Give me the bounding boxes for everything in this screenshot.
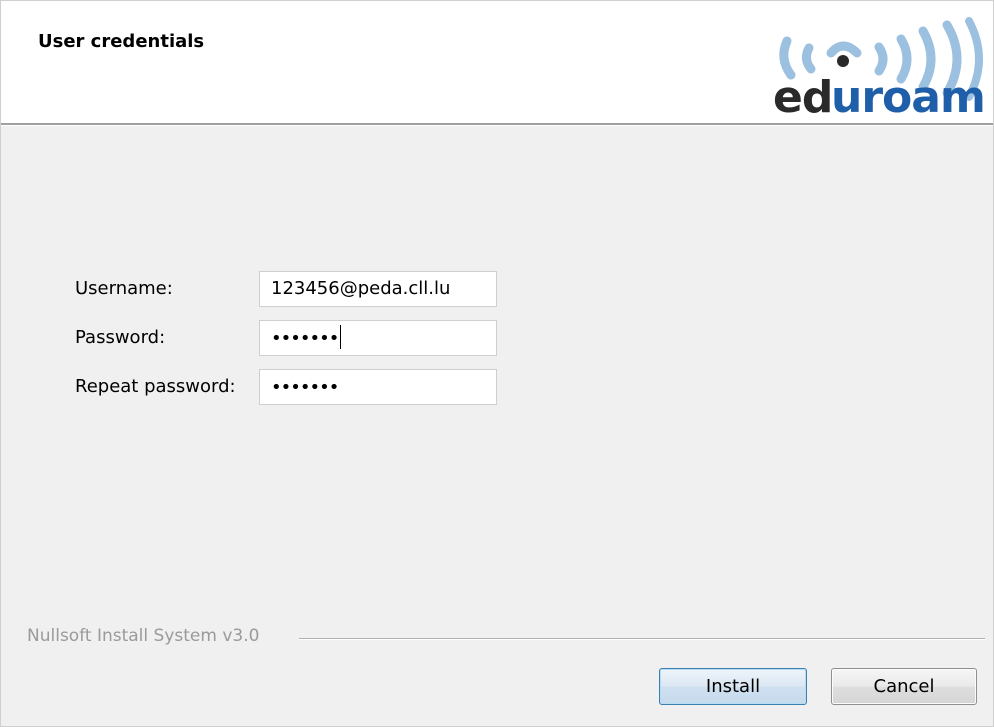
password-field[interactable]: ••••••• xyxy=(259,320,497,356)
nsis-branding: Nullsoft Install System v3.0 xyxy=(27,626,260,646)
repeat-password-field[interactable]: ••••••• xyxy=(259,369,497,405)
page-title: User credentials xyxy=(38,31,205,52)
logo-text-highlight: uroam xyxy=(831,72,985,117)
text-caret xyxy=(340,325,342,349)
password-label: Password: xyxy=(75,327,166,348)
footer-separator xyxy=(299,638,985,640)
cancel-button[interactable]: Cancel xyxy=(831,668,977,705)
eduroam-logo-graphic: ed uroam xyxy=(773,17,986,117)
header-panel: User credentials ed uroam xyxy=(1,1,993,125)
repeat-password-label: Repeat password: xyxy=(75,376,236,397)
logo-text-prefix: ed xyxy=(773,72,832,117)
password-masked-value: ••••••• xyxy=(271,328,339,349)
install-button[interactable]: Install xyxy=(659,668,807,705)
installer-window: User credentials ed uroam Username: 1234… xyxy=(0,0,994,727)
repeat-password-masked-value: ••••••• xyxy=(271,377,339,398)
username-value: 123456@peda.cll.lu xyxy=(271,278,451,299)
username-label: Username: xyxy=(75,278,173,299)
eduroam-logo: ed uroam xyxy=(757,11,987,117)
username-field[interactable]: 123456@peda.cll.lu xyxy=(259,271,497,307)
